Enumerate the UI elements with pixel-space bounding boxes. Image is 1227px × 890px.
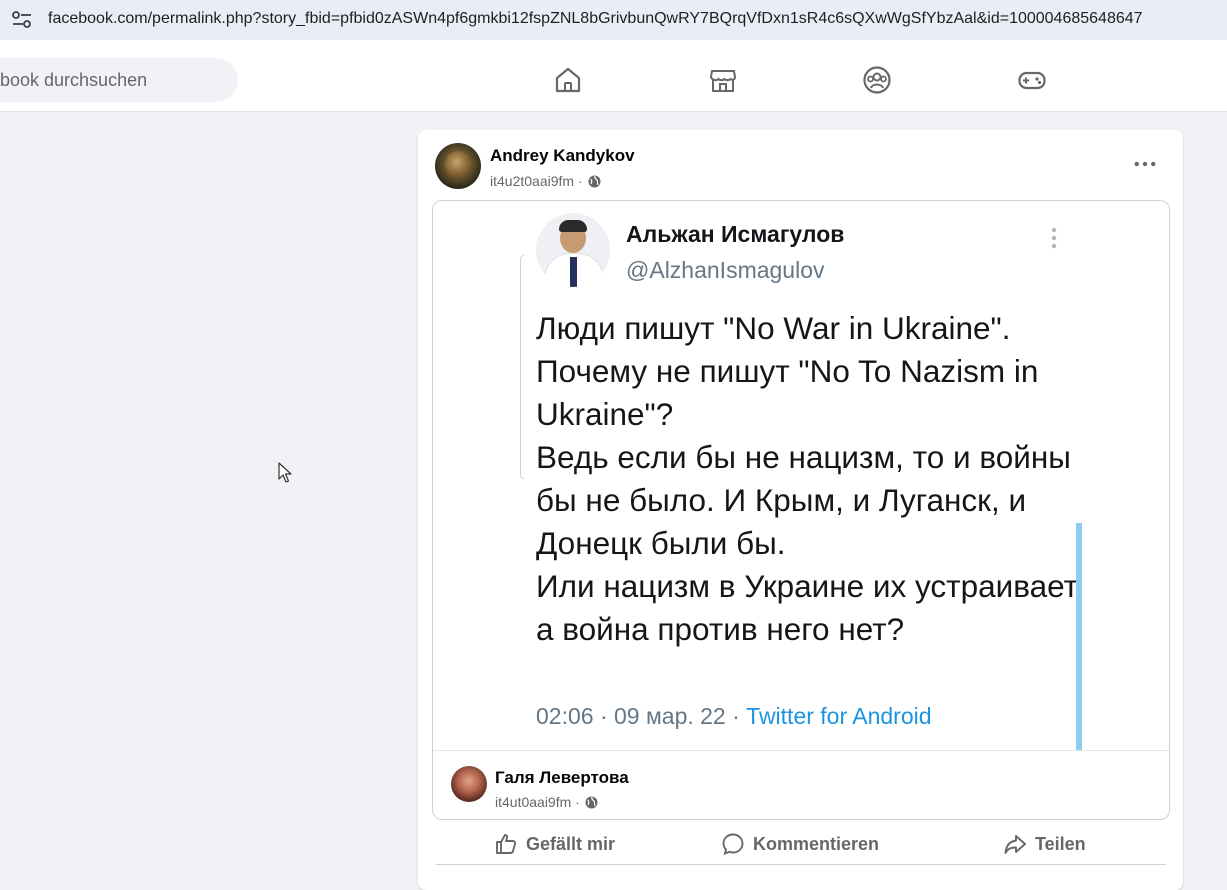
url-text[interactable]: facebook.com/permalink.php?story_fbid=pf…: [48, 10, 1143, 28]
post-meta: it4u2t0aai9fm ·: [490, 173, 601, 189]
tweet-source: Twitter for Android: [746, 703, 932, 729]
site-settings-icon[interactable]: [10, 9, 34, 31]
share-icon: [1004, 835, 1026, 854]
comment-icon: [722, 833, 744, 856]
groups-icon[interactable]: [862, 65, 892, 95]
mouse-cursor-icon: [278, 462, 292, 483]
comment-label: Kommentieren: [753, 833, 880, 854]
tweet-footer: 02:06 · 09 мар. 22 · Twitter for Android: [536, 703, 932, 730]
author-avatar[interactable]: [435, 143, 481, 189]
tweet-handle: @AlzhanIsmagulov: [626, 257, 825, 283]
tweet-author-name: Альжан Исмагулов: [626, 221, 845, 247]
post-actions-bar: Gefällt mir Kommentieren Teilen: [436, 824, 1166, 865]
like-icon: [496, 834, 517, 854]
author-name[interactable]: Andrey Kandykov: [490, 146, 635, 166]
share-label: Teilen: [1035, 833, 1086, 854]
shared-by-timestamp[interactable]: it4ut0aai9fm ·: [495, 794, 580, 810]
facebook-top-nav: [0, 49, 1227, 112]
share-button[interactable]: Teilen: [1003, 824, 1086, 864]
search-box[interactable]: [0, 58, 238, 102]
globe-icon: [588, 175, 601, 188]
thread-rule: [520, 255, 524, 479]
post-card: Andrey Kandykov it4u2t0aai9fm · Альжан И…: [418, 130, 1183, 890]
home-icon[interactable]: [553, 65, 583, 95]
tweet-avatar: [536, 213, 610, 287]
post-timestamp[interactable]: it4u2t0aai9fm ·: [490, 173, 583, 189]
shared-by-avatar[interactable]: [451, 766, 487, 802]
scroll-indicator-bar: [1076, 523, 1082, 751]
inner-divider: [433, 750, 1169, 751]
tweet-text: Люди пишут "No War in Ukraine". Почему н…: [536, 310, 1084, 647]
more-options-icon[interactable]: [1130, 152, 1160, 176]
tweet-time: 02:06 · 09 мар. 22 ·: [536, 703, 747, 729]
browser-address-bar: facebook.com/permalink.php?story_fbid=pf…: [0, 0, 1227, 40]
comment-button[interactable]: Kommentieren: [721, 824, 879, 864]
gaming-icon[interactable]: [1017, 65, 1047, 95]
marketplace-icon[interactable]: [708, 65, 738, 95]
tweet-screenshot: Альжан Исмагулов @AlzhanIsmagulov Люди п…: [433, 201, 1169, 751]
tweet-more-icon: [1047, 225, 1061, 251]
globe-icon: [585, 796, 598, 809]
like-button[interactable]: Gefällt mir: [494, 824, 615, 864]
like-label: Gefällt mir: [526, 833, 616, 854]
shared-by-name[interactable]: Галя Левертова: [495, 768, 629, 788]
attached-image-frame[interactable]: Альжан Исмагулов @AlzhanIsmagulov Люди п…: [432, 200, 1170, 820]
shared-by-meta: it4ut0aai9fm ·: [495, 794, 598, 810]
search-input[interactable]: [0, 58, 230, 102]
